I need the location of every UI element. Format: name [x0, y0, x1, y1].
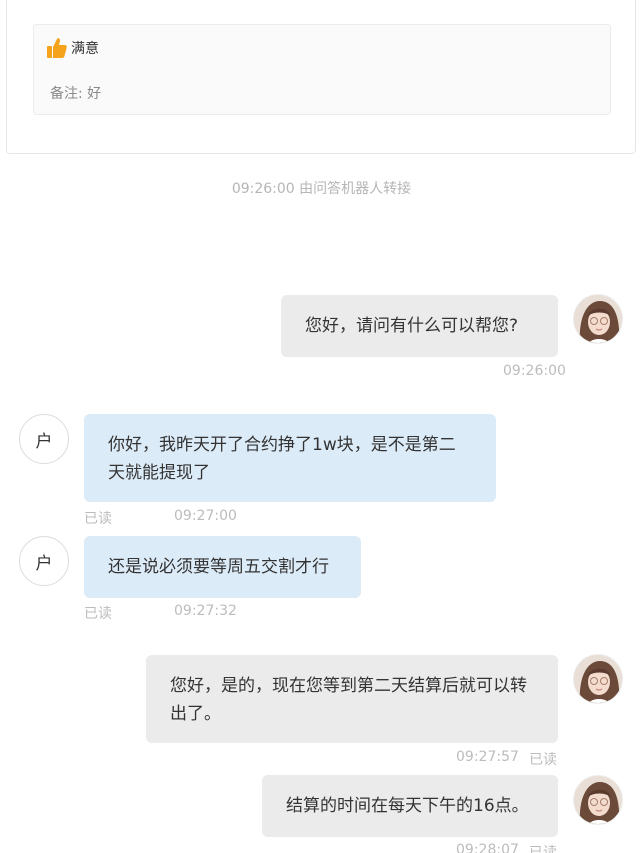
message-text: 您好，是的，现在您等到第二天结算后就可以转出了。	[170, 676, 527, 724]
user-message-bubble: 你好，我昨天开了合约挣了1w块，是不是第二天就能提现了	[84, 414, 496, 502]
message-text: 还是说必须要等周五交割才行	[108, 557, 329, 577]
read-status: 已读	[529, 845, 557, 853]
agent-message-bubble: 您好，是的，现在您等到第二天结算后就可以转出了。	[146, 655, 558, 743]
rating-label: 满意	[71, 41, 99, 57]
user-message-bubble: 还是说必须要等周五交割才行	[84, 536, 361, 598]
transfer-note: 09:26:00 由问答机器人转接	[231, 181, 412, 197]
message-time: 09:28:07	[456, 842, 519, 853]
read-status: 已读	[84, 511, 112, 527]
message-time: 09:27:00	[174, 508, 237, 524]
message-time: 09:27:57	[456, 749, 519, 765]
agent-avatar[interactable]	[573, 654, 623, 704]
agent-avatar[interactable]	[573, 294, 623, 344]
message-text: 您好，请问有什么可以帮您?	[305, 316, 519, 336]
thumbs-up-icon	[47, 37, 67, 59]
rating-card: 满意 备注: 好	[6, 0, 636, 154]
agent-message-bubble: 结算的时间在每天下午的16点。	[262, 775, 558, 837]
rating-row: 满意	[47, 37, 99, 59]
user-avatar[interactable]: 户	[19, 414, 69, 464]
agent-message-bubble: 您好，请问有什么可以帮您?	[281, 295, 558, 357]
rating-panel: 满意 备注: 好	[33, 24, 611, 115]
user-avatar[interactable]: 户	[19, 536, 69, 586]
read-status: 已读	[529, 752, 557, 768]
message-text: 你好，我昨天开了合约挣了1w块，是不是第二天就能提现了	[108, 435, 456, 483]
read-status: 已读	[84, 606, 112, 622]
agent-avatar[interactable]	[573, 775, 623, 825]
message-time: 09:27:32	[174, 603, 237, 619]
rating-remark: 备注: 好	[50, 86, 102, 102]
message-text: 结算的时间在每天下午的16点。	[286, 796, 529, 816]
message-time: 09:26:00	[503, 363, 566, 379]
